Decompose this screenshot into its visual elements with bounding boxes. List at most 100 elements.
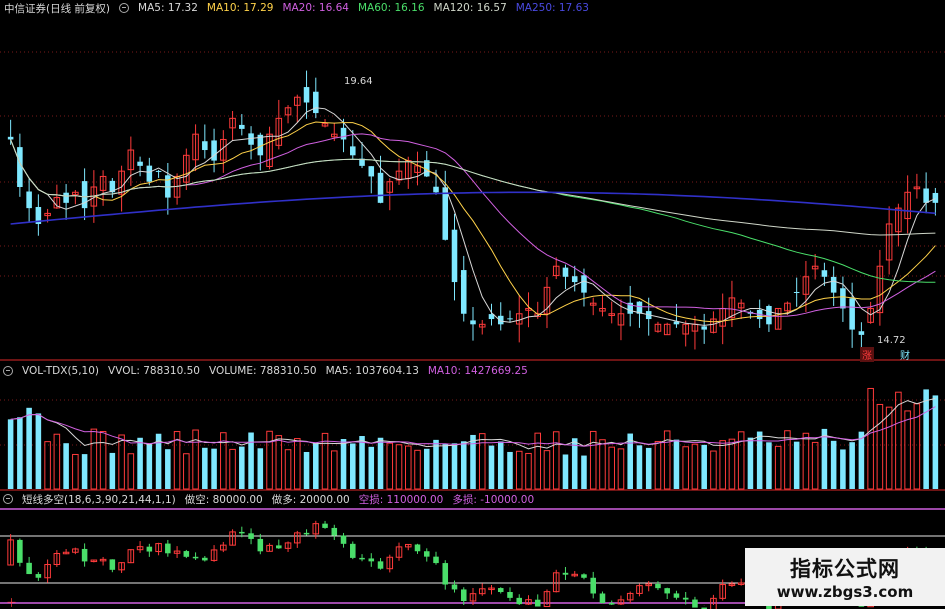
- ma10-label: MA10: 17.29: [206, 2, 274, 14]
- ma120-label: MA120: 16.57: [433, 2, 507, 14]
- indicator-candle: [460, 589, 467, 601]
- volume-bar: [109, 452, 116, 489]
- volume-bar: [932, 395, 939, 489]
- candle-body: [146, 165, 153, 182]
- volume-bar: [248, 432, 254, 489]
- duosun-label: 多损: -10000.00: [452, 493, 535, 506]
- indicator-candle: [202, 557, 208, 561]
- candle-body: [239, 124, 245, 129]
- candle-body: [368, 166, 375, 177]
- volume-bar: [552, 431, 560, 490]
- volume-bar: [127, 453, 135, 490]
- indicator-candle: [109, 559, 116, 570]
- volume-bar: [821, 428, 828, 489]
- volume-bar: [331, 450, 338, 490]
- indicator-candle: [81, 548, 88, 562]
- volume-bar: [747, 437, 754, 489]
- volume-bar: [451, 443, 458, 489]
- volume-label: VOLUME: 788310.50: [208, 365, 317, 377]
- volume-bar: [858, 431, 865, 489]
- volume-bar: [811, 441, 819, 490]
- candle-body: [433, 186, 439, 193]
- event-tag-zhang[interactable]: 涨: [860, 347, 874, 362]
- indicator-candle: [248, 533, 254, 539]
- volume-bar: [44, 441, 51, 490]
- candle-body: [377, 172, 384, 203]
- indicator-candle: [497, 588, 504, 593]
- volume-bar: [146, 444, 153, 489]
- low-price-marker: 14.72: [877, 335, 906, 346]
- candle-body: [497, 315, 504, 325]
- bottom-left-label: 十: [7, 599, 17, 609]
- volume-bar: [589, 430, 597, 490]
- high-price-marker: 19.64: [344, 76, 373, 87]
- volume-bar: [414, 449, 421, 490]
- volume-bar: [636, 445, 643, 489]
- candle-body: [451, 229, 458, 283]
- volume-bar: [165, 449, 171, 489]
- volume-bar: [488, 445, 495, 489]
- settings-icon[interactable]: [3, 366, 13, 376]
- volume-bar: [183, 453, 190, 490]
- volume-bar: [543, 450, 551, 490]
- settings-icon[interactable]: [119, 3, 130, 13]
- volume-bar: [202, 447, 208, 489]
- indicator-candle: [17, 539, 23, 563]
- ma250-line: [10, 191, 936, 225]
- volume-bar: [90, 428, 98, 490]
- volume-bar: [63, 443, 69, 489]
- stock-chart-canvas[interactable]: [0, 0, 945, 609]
- volume-bar: [923, 389, 929, 489]
- volume-bar: [497, 441, 504, 489]
- candle-body: [923, 188, 929, 203]
- chart-title: 中信证券(日线 前复权): [4, 2, 111, 15]
- indicator-candle: [433, 556, 439, 564]
- volume-bar: [654, 440, 662, 490]
- indicator-candle: [165, 543, 171, 554]
- indicator-candle: [26, 562, 32, 575]
- volume-bar: [599, 439, 606, 490]
- candle-body: [26, 191, 32, 209]
- volume-bar: [849, 442, 855, 489]
- indicator-candle: [146, 546, 153, 552]
- volume-bar: [774, 445, 782, 490]
- volume-bar: [53, 433, 61, 490]
- candle-body: [830, 276, 837, 293]
- ma5-label: MA5: 17.32: [138, 2, 198, 14]
- volume-bar: [515, 450, 523, 490]
- volume-bar: [691, 443, 699, 490]
- candle-body: [932, 192, 939, 203]
- volume-bar: [478, 433, 486, 490]
- settings-icon[interactable]: [3, 494, 13, 504]
- candle-body: [571, 276, 578, 283]
- volume-bar: [35, 413, 42, 489]
- candle-body: [858, 331, 865, 335]
- watermark-title: 指标公式网: [790, 557, 900, 581]
- volume-bar: [433, 439, 439, 489]
- volume-panel-header: VOL-TDX(5,10) VVOL: 788310.50 VOLUME: 78…: [0, 363, 528, 379]
- volume-bar: [229, 448, 236, 490]
- volume-bar: [645, 447, 652, 489]
- volume-bar: [682, 446, 689, 490]
- volume-bar: [885, 406, 893, 490]
- indicator-candle: [322, 523, 328, 528]
- volume-bar: [386, 442, 394, 490]
- ma20-label: MA20: 16.64: [282, 2, 349, 14]
- indicator-candle: [423, 551, 430, 557]
- candle-body: [442, 187, 449, 240]
- event-tag-cai[interactable]: 财: [900, 347, 910, 362]
- volume-bar: [460, 441, 467, 489]
- volume-bar: [17, 417, 23, 489]
- indicator-candle: [377, 561, 384, 569]
- indicator-candle: [183, 551, 190, 557]
- volume-bar: [377, 437, 384, 489]
- candle-body: [581, 275, 587, 293]
- candle-body: [350, 146, 356, 156]
- site-watermark: 指标公式网 www.zbgs3.com: [745, 548, 945, 606]
- volume-bar: [534, 432, 542, 490]
- volume-bar: [211, 448, 217, 489]
- volume-bar: [867, 387, 874, 490]
- volume-bar: [719, 440, 726, 490]
- candle-body: [63, 192, 69, 203]
- kongsun-label: 空损: 110000.00: [358, 493, 444, 506]
